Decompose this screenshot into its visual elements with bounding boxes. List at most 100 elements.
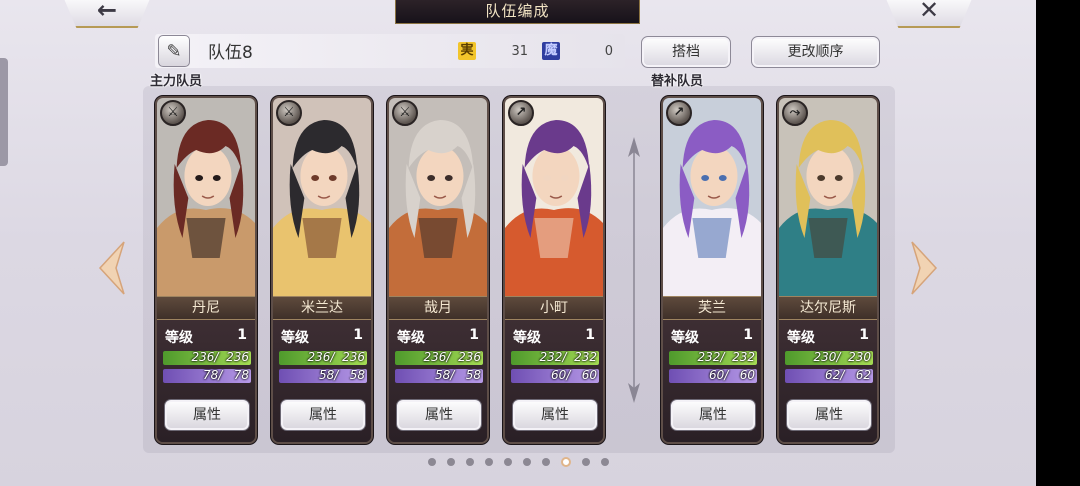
hp-bar: 230/ 230 [785,351,873,365]
hp-text: 236/ 236 [423,351,481,364]
member-card[interactable]: ⚔ 哉月 等级 1 236/ 236 58/ 58 属性 [387,96,489,444]
character-name: 丹尼 [157,296,255,320]
page-dot[interactable] [504,458,512,466]
arrow-left-icon: ← [96,0,118,24]
team-name: 队伍8 [208,43,253,63]
swap-members-icon [625,135,643,405]
character-portrait [779,98,877,296]
character-name: 小町 [505,296,603,320]
level-value: 1 [469,327,479,343]
character-portrait [157,98,255,296]
page-dot[interactable] [485,458,493,466]
page-dot[interactable] [542,458,550,466]
hp-text: 236/ 236 [191,351,249,364]
mp-text: 60/ 60 [708,369,755,382]
mp-bar: 78/ 78 [163,369,251,383]
hp-text: 230/ 230 [813,351,871,364]
member-card[interactable]: ↗ 芙兰 等级 1 232/ 232 60/ 60 属性 [661,96,763,444]
page-title: 队伍编成 [395,0,640,24]
rename-team-button[interactable]: ✎ [158,35,190,67]
mp-text: 58/ 58 [318,369,365,382]
level-label: 等级 [281,330,309,346]
level-label: 等级 [397,330,425,346]
hp-text: 232/ 232 [697,351,755,364]
hp-text: 232/ 232 [539,351,597,364]
level-label: 等级 [787,330,815,346]
hp-text: 236/ 236 [307,351,365,364]
stat-a-icon: 実 [458,42,476,60]
stat-b-value: 0 [604,44,613,59]
attributes-button[interactable]: 属性 [164,399,250,431]
page-indicator [428,457,609,467]
level-value: 1 [859,327,869,343]
mp-bar: 60/ 60 [669,369,757,383]
mp-bar: 62/ 62 [785,369,873,383]
mp-text: 60/ 60 [550,369,597,382]
mp-bar: 58/ 58 [395,369,483,383]
level-value: 1 [743,327,753,343]
partner-button[interactable]: 搭档 [641,36,731,68]
side-handle[interactable] [0,58,8,166]
quill-pen-icon: ✎ [166,40,182,62]
bow-icon: ⤳ [782,100,808,126]
level-label: 等级 [513,330,541,346]
mp-text: 58/ 58 [434,369,481,382]
page-dot[interactable] [466,458,474,466]
attributes-button[interactable]: 属性 [280,399,366,431]
character-name: 哉月 [389,296,487,320]
stat-b-icon: 魔 [542,42,560,60]
spear-icon: ↗ [666,100,692,126]
chevron-right-icon [911,241,938,295]
character-name: 米兰达 [273,296,371,320]
reorder-button[interactable]: 更改顺序 [751,36,880,68]
level-label: 等级 [165,330,193,346]
level-value: 1 [353,327,363,343]
spear-icon: ↗ [508,100,534,126]
character-name: 达尔尼斯 [779,296,877,320]
page-dot[interactable] [601,458,609,466]
hp-bar: 236/ 236 [163,351,251,365]
mp-text: 78/ 78 [202,369,249,382]
page-dot[interactable] [447,458,455,466]
member-card[interactable]: ⚔ 丹尼 等级 1 236/ 236 78/ 78 属性 [155,96,257,444]
character-portrait [273,98,371,296]
next-page-arrow[interactable] [910,240,938,296]
member-card[interactable]: ⤳ 达尔尼斯 等级 1 230/ 230 62/ 62 属性 [777,96,879,444]
mp-bar: 60/ 60 [511,369,599,383]
member-card[interactable]: ⚔ 米兰达 等级 1 236/ 236 58/ 58 属性 [271,96,373,444]
chevron-left-icon [98,241,125,295]
close-x-icon: ✕ [918,0,940,24]
hp-bar: 232/ 232 [511,351,599,365]
level-value: 1 [585,327,595,343]
page-dot[interactable] [582,458,590,466]
character-name: 芙兰 [663,296,761,320]
character-portrait [663,98,761,296]
mp-bar: 58/ 58 [279,369,367,383]
character-portrait [505,98,603,296]
stat-a-value: 31 [511,44,528,59]
page-dot[interactable] [523,458,531,466]
axe-icon: ⚔ [160,100,186,126]
mp-text: 62/ 62 [824,369,871,382]
character-portrait [389,98,487,296]
page-dot[interactable] [428,458,436,466]
attributes-button[interactable]: 属性 [786,399,872,431]
reserve-members-label: 替补队员 [651,74,704,89]
page-dot-active[interactable] [561,457,571,467]
back-button[interactable]: ← [62,0,152,28]
hp-bar: 236/ 236 [279,351,367,365]
axe-icon: ⚔ [392,100,418,126]
attributes-button[interactable]: 属性 [396,399,482,431]
level-value: 1 [237,327,247,343]
attributes-button[interactable]: 属性 [670,399,756,431]
main-members-label: 主力队员 [150,74,203,89]
prev-page-arrow[interactable] [98,240,126,296]
hp-bar: 236/ 236 [395,351,483,365]
axe-icon: ⚔ [276,100,302,126]
hp-bar: 232/ 232 [669,351,757,365]
attributes-button[interactable]: 属性 [512,399,598,431]
close-button[interactable]: ✕ [884,0,974,28]
member-card[interactable]: ↗ 小町 等级 1 232/ 232 60/ 60 属性 [503,96,605,444]
level-label: 等级 [671,330,699,346]
screen-edge [1036,0,1080,486]
